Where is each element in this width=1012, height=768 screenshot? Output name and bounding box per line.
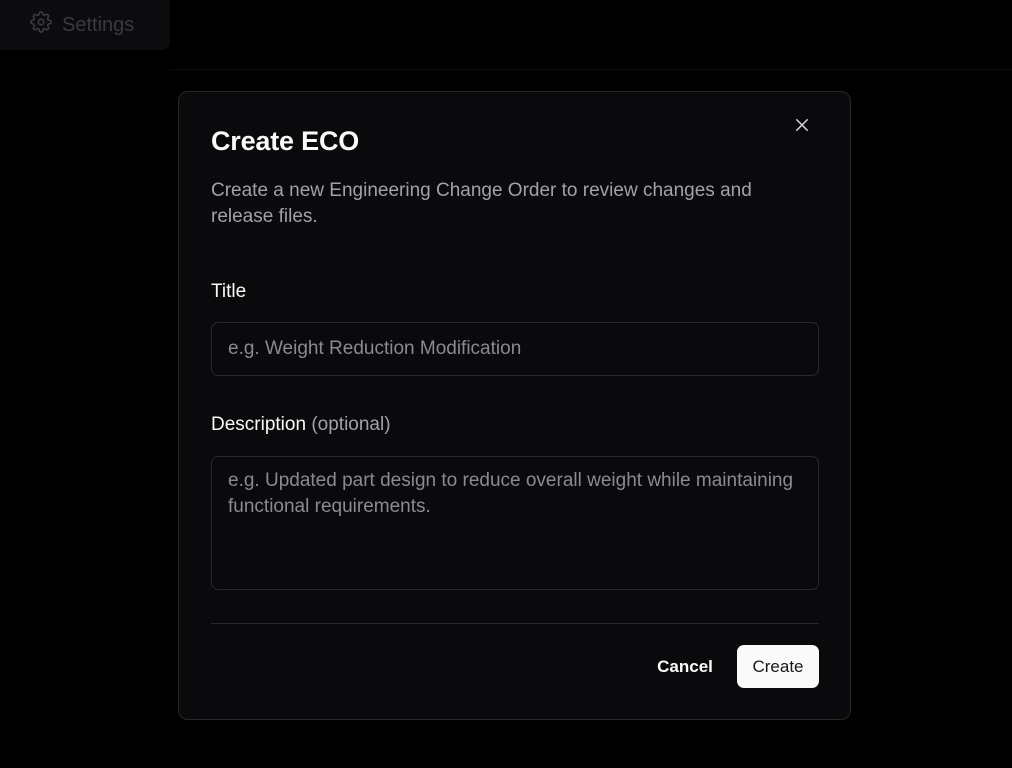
dialog-description: Create a new Engineering Change Order to…: [211, 180, 752, 227]
settings-button[interactable]: Settings: [0, 0, 170, 50]
cancel-button[interactable]: Cancel: [647, 645, 723, 688]
close-icon: [793, 116, 811, 139]
title-label: Title: [211, 281, 246, 303]
title-label-text: Title: [211, 281, 247, 302]
description-label: Description (optional): [211, 414, 391, 436]
close-button[interactable]: [791, 116, 813, 138]
title-input[interactable]: [211, 322, 819, 376]
create-eco-dialog: Create ECO Create a new Engineering Chan…: [178, 91, 851, 720]
settings-label: Settings: [62, 13, 135, 36]
footer-divider: [211, 623, 819, 624]
create-button[interactable]: Create: [737, 645, 819, 688]
description-textarea[interactable]: [211, 456, 819, 590]
gear-icon: [30, 11, 52, 39]
description-label-text: Description: [211, 414, 307, 435]
header-divider: [170, 69, 1012, 70]
optional-hint: (optional): [311, 414, 391, 435]
dialog-title: Create ECO: [211, 126, 360, 156]
